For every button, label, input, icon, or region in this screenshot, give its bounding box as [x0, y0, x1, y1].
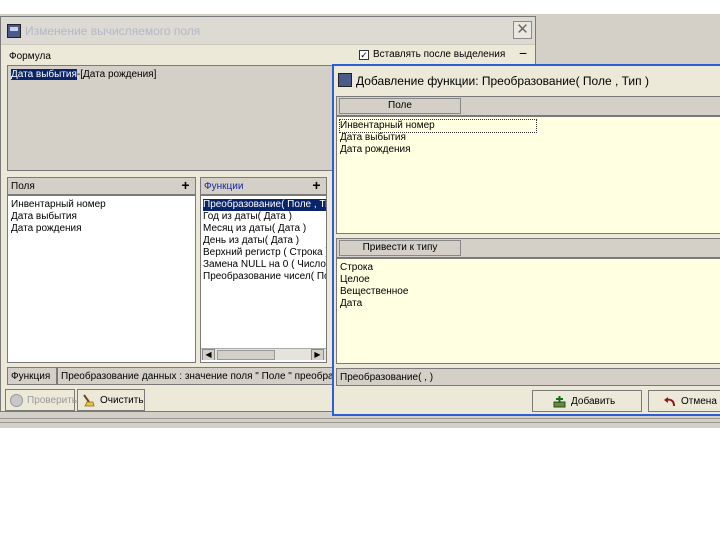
formula-text: -[Дата рождения]	[76, 69, 157, 80]
function-description: Преобразование данных : значение поля " …	[57, 367, 333, 385]
add-icon	[553, 395, 566, 408]
add-field-button[interactable]: +	[178, 178, 193, 192]
list-item[interactable]: Год из даты( Дата )	[203, 211, 326, 223]
app-icon	[7, 24, 21, 38]
add-function-button[interactable]: +	[309, 178, 324, 192]
collapse-button[interactable]: −	[519, 45, 527, 61]
background-divider	[0, 422, 720, 423]
list-item[interactable]: Дата	[340, 298, 720, 310]
add-button[interactable]: Добавить	[532, 390, 642, 412]
close-button[interactable]: ✕	[513, 21, 532, 39]
window-title: Изменение вычисляемого поля	[25, 24, 201, 38]
dialog-fields-header-bar: Поле	[336, 96, 720, 116]
functions-label: Функции	[204, 181, 244, 192]
background-divider	[0, 418, 720, 419]
functions-hscrollbar[interactable]: ◀ ▶	[201, 348, 326, 360]
list-item[interactable]: Дата рождения	[340, 144, 720, 156]
check-button[interactable]: Проверить	[5, 389, 77, 411]
dialog-title-bar: Добавление функции: Преобразование( Поле…	[334, 66, 720, 94]
tab-function[interactable]: Функция	[7, 367, 57, 385]
insert-after-selection-label: Вставлять после выделения	[373, 49, 506, 60]
formula-label: Формула	[9, 51, 51, 62]
formula-selected-token: Дата выбытия	[11, 69, 77, 80]
dialog-fields-list[interactable]: Инвентарный номер Дата выбытия Дата рожд…	[336, 116, 720, 234]
insert-after-selection-checkbox[interactable]: ✓	[359, 50, 369, 60]
functions-header: Функции +	[200, 177, 327, 195]
list-item[interactable]: Строка	[340, 262, 720, 274]
fields-list[interactable]: Инвентарный номер Дата выбытия Дата рожд…	[7, 195, 196, 363]
fields-label: Поля	[11, 181, 35, 192]
dialog-type-header-bar: Привести к типу	[336, 238, 720, 258]
scroll-left-icon[interactable]: ◀	[202, 349, 215, 360]
app-icon	[338, 73, 352, 87]
type-column-header[interactable]: Привести к типу	[339, 240, 461, 256]
functions-list[interactable]: Преобразование( Поле , Тип Год из даты( …	[200, 195, 327, 363]
check-icon	[10, 394, 23, 407]
broom-icon	[82, 394, 95, 407]
fields-column-header[interactable]: Поле	[339, 98, 461, 114]
list-item[interactable]: Инвентарный номер	[11, 199, 192, 211]
list-item-selected[interactable]: Преобразование( Поле , Тип	[203, 199, 326, 211]
list-item[interactable]: Целое	[340, 274, 720, 286]
add-function-dialog: Добавление функции: Преобразование( Поле…	[332, 64, 720, 416]
cancel-button[interactable]: Отмена	[648, 390, 720, 412]
list-item[interactable]: Месяц из даты( Дата )	[203, 223, 326, 235]
dialog-expression: Преобразование( , )	[336, 368, 720, 386]
dialog-types-list[interactable]: Строка Целое Вещественное Дата	[336, 258, 720, 364]
list-item[interactable]: Дата рождения	[11, 223, 192, 235]
list-item-focused[interactable]: Инвентарный номер	[339, 119, 537, 133]
undo-icon	[663, 395, 676, 408]
list-item[interactable]: Дата выбытия	[11, 211, 192, 223]
list-item[interactable]: Дата выбытия	[340, 132, 720, 144]
dialog-title: Добавление функции: Преобразование( Поле…	[356, 74, 649, 88]
clear-button[interactable]: Очистить	[77, 389, 145, 411]
list-item[interactable]: День из даты( Дата )	[203, 235, 326, 247]
list-item[interactable]: Вещественное	[340, 286, 720, 298]
list-item[interactable]: Верхний регистр ( Строка )	[203, 247, 326, 259]
scroll-right-icon[interactable]: ▶	[311, 349, 324, 360]
title-bar: Изменение вычисляемого поля ✕	[1, 17, 535, 45]
scroll-thumb[interactable]	[217, 350, 275, 360]
fields-header: Поля +	[7, 177, 196, 195]
list-item[interactable]: Замена NULL на 0 ( Число )	[203, 259, 326, 271]
list-item[interactable]: Преобразование чисел( Пол	[203, 271, 326, 283]
